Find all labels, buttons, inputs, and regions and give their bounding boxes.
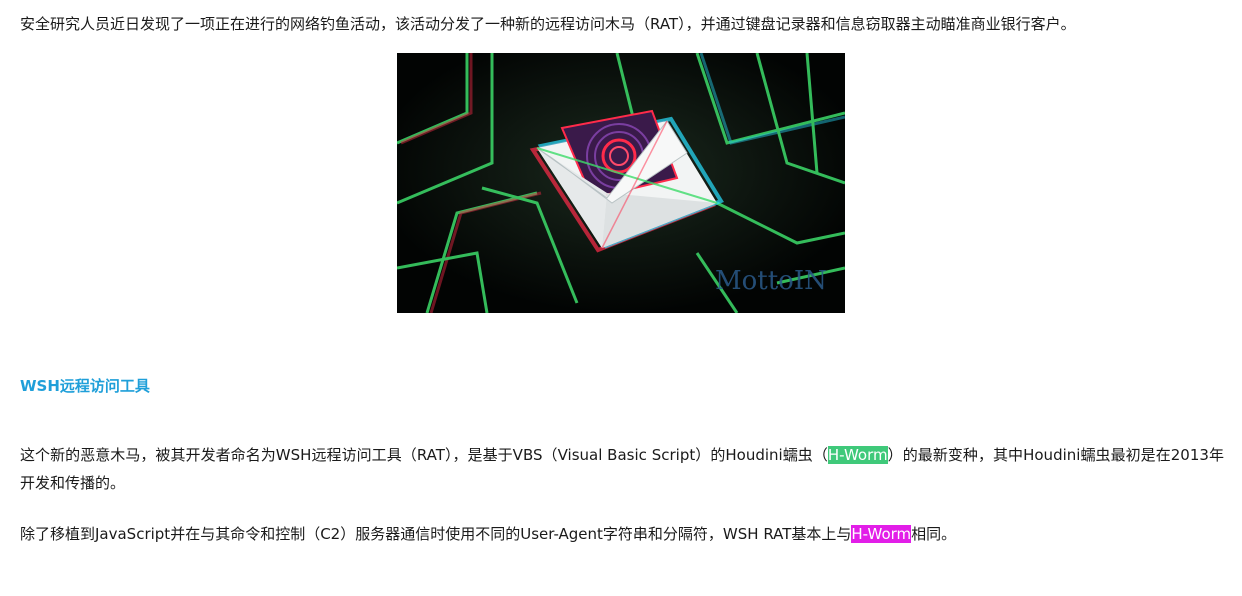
phishing-email-illustration: MottoIN	[397, 53, 845, 313]
body2-text-after: 相同。	[911, 525, 957, 543]
body1-text-before: 这个新的恶意木马，被其开发者命名为WSH远程访问工具（RAT），是基于VBS（V…	[20, 446, 828, 464]
hworm-highlight-magenta: H-Worm	[851, 525, 912, 543]
envelope-glitch-image: MottoIN	[397, 53, 845, 313]
watermark-logo: MottoIN	[715, 266, 827, 296]
intro-paragraph: 安全研究人员近日发现了一项正在进行的网络钓鱼活动，该活动分发了一种新的远程访问木…	[20, 15, 1076, 33]
section-heading: WSH远程访问工具	[20, 377, 150, 395]
body-paragraph-2: 除了移植到JavaScript并在与其命令和控制（C2）服务器通信时使用不同的U…	[20, 520, 1224, 548]
body-paragraph-1: 这个新的恶意木马，被其开发者命名为WSH远程访问工具（RAT），是基于VBS（V…	[20, 441, 1224, 497]
hworm-highlight-green: H-Worm	[827, 446, 888, 464]
body2-text-before: 除了移植到JavaScript并在与其命令和控制（C2）服务器通信时使用不同的U…	[20, 525, 852, 543]
